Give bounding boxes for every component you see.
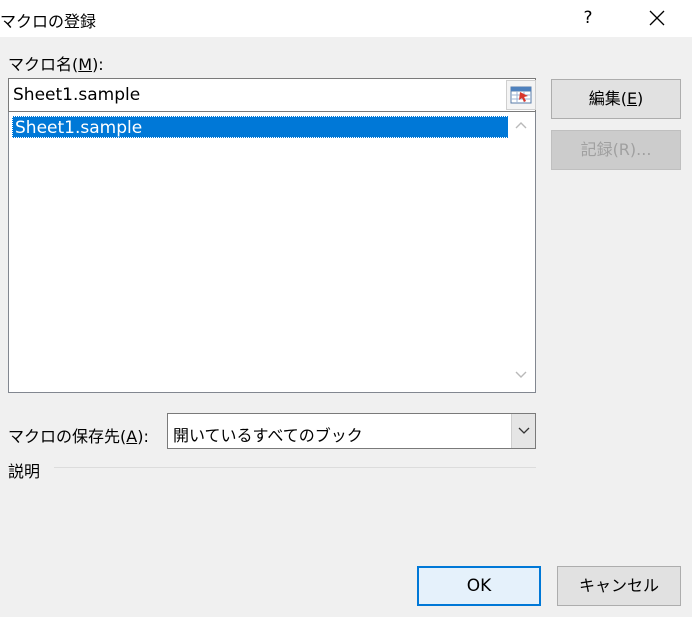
dropdown-button[interactable] xyxy=(511,414,535,448)
help-button[interactable]: ? xyxy=(576,4,600,32)
save-in-value: 開いているすべてのブック xyxy=(173,426,363,445)
macro-name-label: マクロ名(M): xyxy=(8,55,104,74)
save-in-label: マクロの保存先(A): xyxy=(8,427,149,446)
save-in-select[interactable]: 開いているすべてのブック xyxy=(167,413,536,449)
macro-name-input[interactable] xyxy=(9,79,503,111)
title-bar: マクロの登録 ? xyxy=(0,0,692,37)
range-select-button[interactable] xyxy=(506,80,536,110)
scroll-down-icon[interactable] xyxy=(515,371,527,379)
edit-button[interactable]: 編集(E) xyxy=(551,79,681,119)
cancel-button[interactable]: キャンセル xyxy=(557,566,681,606)
macro-name-field[interactable] xyxy=(8,78,536,112)
range-select-icon xyxy=(510,86,532,104)
scroll-up-icon[interactable] xyxy=(515,121,527,129)
dialog-title: マクロの登録 xyxy=(0,12,97,31)
ok-button[interactable]: OK xyxy=(417,566,541,606)
chevron-down-icon xyxy=(518,427,530,434)
close-button[interactable] xyxy=(640,2,674,34)
assign-macro-dialog: マクロの登録 ? マクロ名(M): Sheet1.sample Sheet1.s… xyxy=(0,0,692,617)
list-item[interactable]: Sheet1.sample xyxy=(12,116,509,138)
macro-list[interactable]: Sheet1.sample xyxy=(8,112,536,393)
description-label: 説明 xyxy=(8,462,41,481)
list-scrollbar[interactable] xyxy=(508,112,535,391)
close-icon xyxy=(649,10,665,26)
description-divider xyxy=(54,467,536,468)
help-icon: ? xyxy=(583,8,593,28)
record-button[interactable]: 記録(R)... xyxy=(551,130,681,170)
